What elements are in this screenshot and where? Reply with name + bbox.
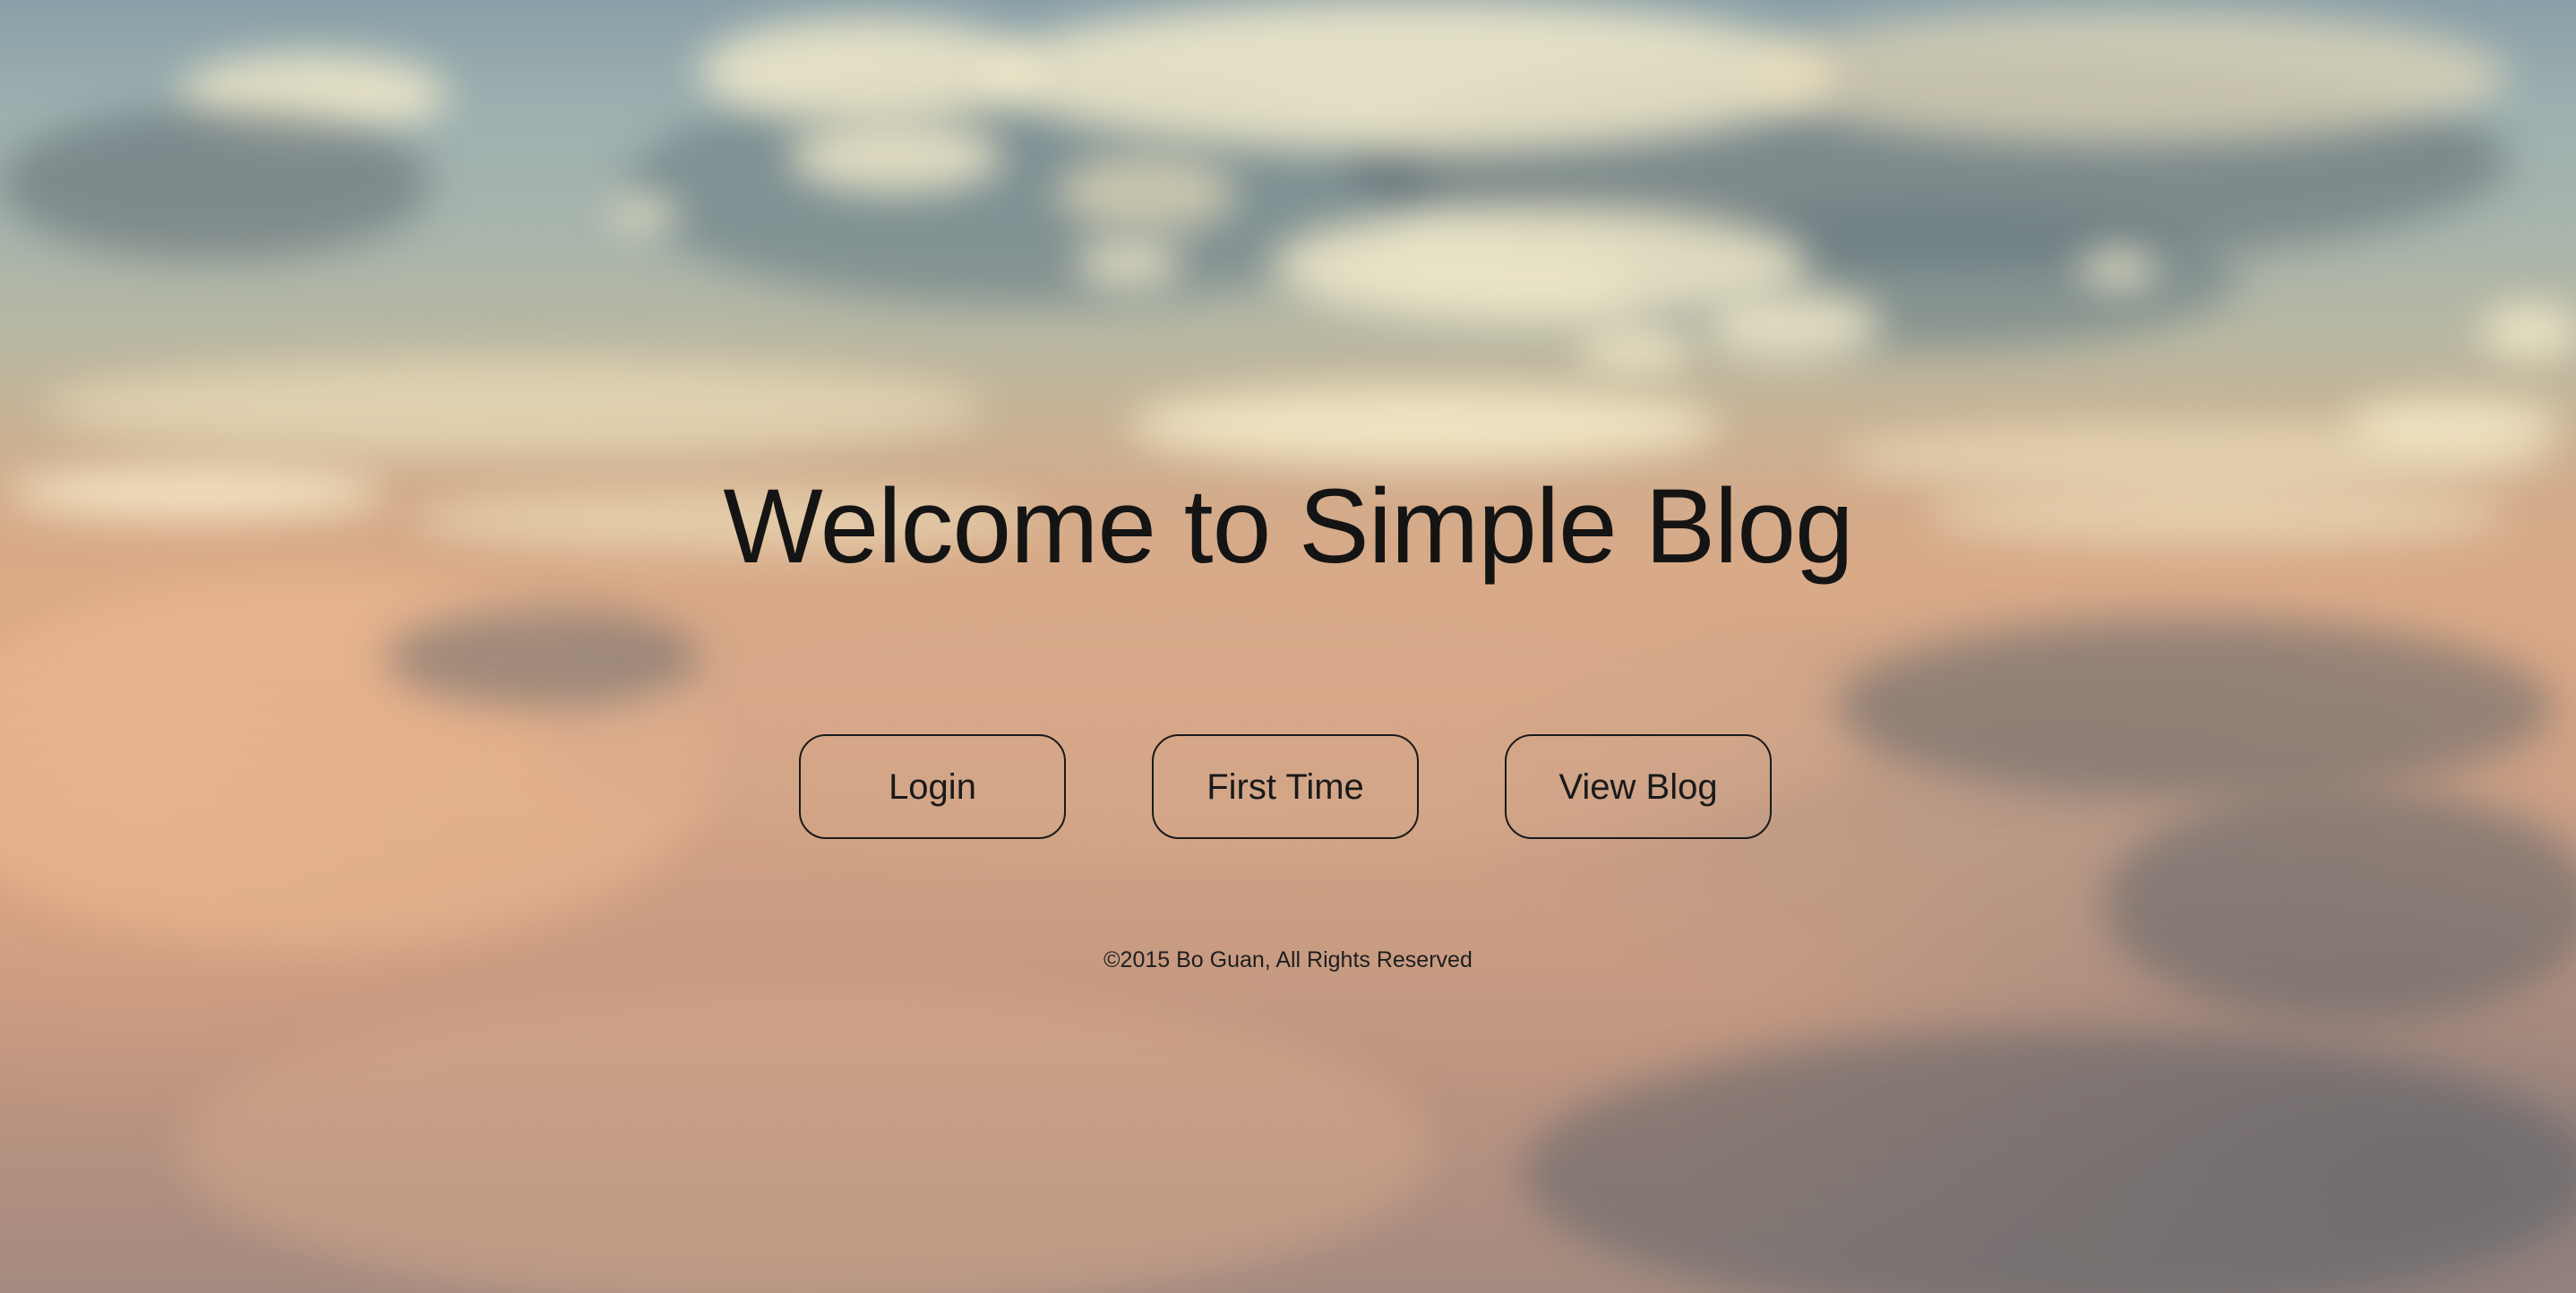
cloud-background — [0, 0, 2576, 1293]
login-button[interactable]: Login — [799, 734, 1066, 839]
first-time-button[interactable]: First Time — [1152, 734, 1419, 839]
view-blog-button[interactable]: View Blog — [1505, 734, 1772, 839]
copyright-footer: ©2015 Bo Guan, All Rights Reserved — [1103, 947, 1473, 972]
page-title: Welcome to Simple Blog — [723, 467, 1853, 586]
